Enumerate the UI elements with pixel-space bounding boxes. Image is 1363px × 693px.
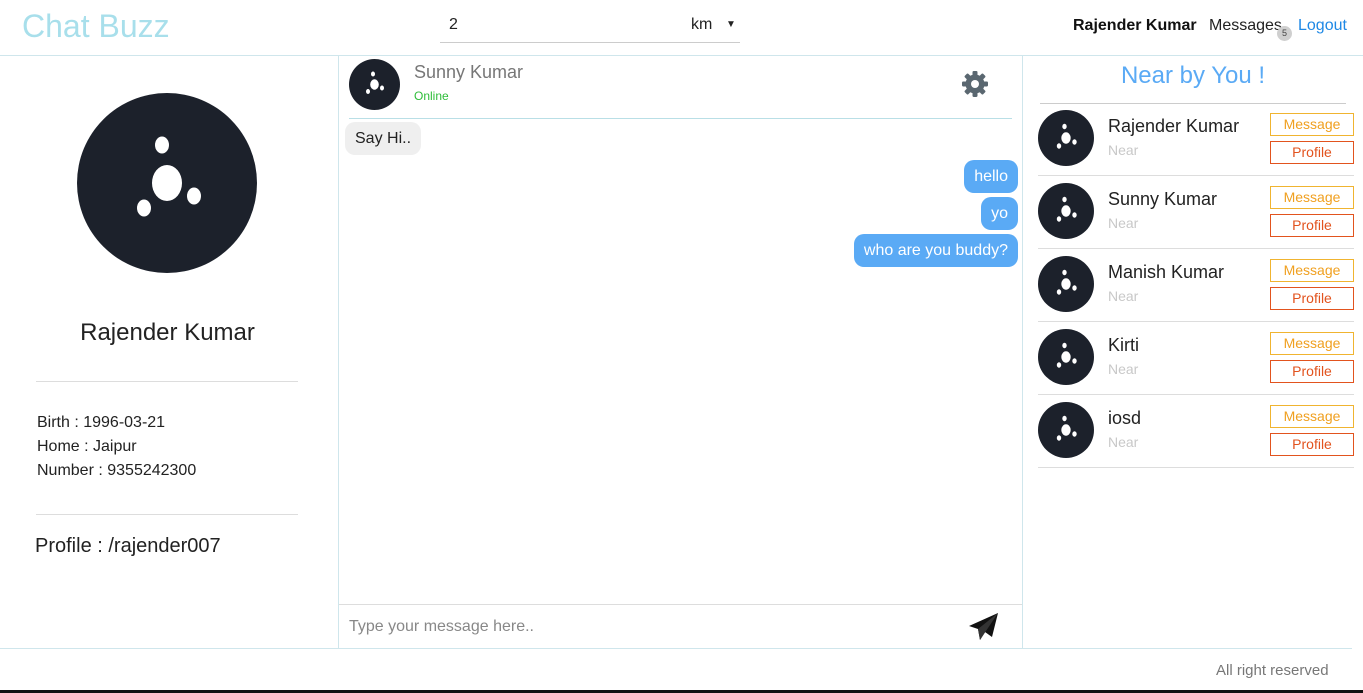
avatar-icon[interactable]: [1038, 183, 1094, 239]
nearby-distance-label: Near: [1108, 288, 1139, 304]
message-button[interactable]: Message: [1270, 186, 1354, 209]
profile-button[interactable]: Profile: [1270, 141, 1354, 164]
nearby-user-name[interactable]: Manish Kumar: [1108, 262, 1224, 283]
birth-info: Birth : 1996-03-21: [37, 414, 166, 431]
message-bubble-outgoing: yo: [981, 197, 1018, 230]
profile-button[interactable]: Profile: [1270, 214, 1354, 237]
nearby-distance-label: Near: [1108, 361, 1139, 377]
message-bubble-outgoing: who are you buddy?: [853, 234, 1018, 267]
messages-count-badge: 5: [1277, 26, 1292, 41]
avatar-icon: [77, 93, 257, 273]
message-button[interactable]: Message: [1270, 332, 1354, 355]
nearby-user-name[interactable]: Sunny Kumar: [1108, 189, 1217, 210]
chat-contact-name: Sunny Kumar: [414, 62, 524, 82]
distance-selector[interactable]: 2 km ▼: [440, 8, 740, 43]
number-info: Number : 9355242300: [37, 462, 197, 479]
message-composer: [339, 604, 1022, 648]
nearby-user-name[interactable]: Kirti: [1108, 335, 1139, 356]
avatar-icon[interactable]: [1038, 402, 1094, 458]
message-button[interactable]: Message: [1270, 405, 1354, 428]
nearby-title: Near by You !: [1120, 62, 1266, 89]
message-button[interactable]: Message: [1270, 259, 1354, 282]
divider: [36, 381, 298, 382]
nearby-list-item: Rajender Kumar Near Message Profile: [1038, 103, 1354, 176]
profile-button[interactable]: Profile: [1270, 433, 1354, 456]
logout-link[interactable]: Logout: [1298, 17, 1347, 35]
nearby-list-item: iosd Near Message Profile: [1038, 395, 1354, 468]
profile-handle: Profile : /rajender007: [35, 535, 221, 557]
divider: [36, 514, 298, 515]
message-bubble-outgoing: hello: [964, 160, 1018, 193]
profile-panel: Rajender Kumar Birth : 1996-03-21 Home :…: [0, 56, 338, 648]
paper-plane-icon[interactable]: [967, 610, 1001, 644]
chat-header: Sunny Kumar Online: [339, 56, 1024, 119]
message-button[interactable]: Message: [1270, 113, 1354, 136]
footer-text: All right reserved: [1216, 662, 1329, 679]
chat-contact-status: Online: [414, 89, 449, 103]
top-navbar: Chat Buzz 2 km ▼ Rajender Kumar Messages…: [0, 0, 1363, 56]
nearby-distance-label: Near: [1108, 142, 1139, 158]
chat-panel: Sunny Kumar Online Say Hi.. hello yo who…: [338, 56, 1023, 648]
nearby-distance-label: Near: [1108, 434, 1139, 450]
avatar-icon[interactable]: [1038, 256, 1094, 312]
chevron-down-icon[interactable]: ▼: [726, 19, 736, 30]
avatar-icon[interactable]: [349, 59, 400, 110]
nearby-distance-label: Near: [1108, 215, 1139, 231]
message-input[interactable]: [339, 606, 949, 648]
avatar-icon[interactable]: [1038, 329, 1094, 385]
footer: All right reserved: [0, 648, 1352, 691]
home-info: Home : Jaipur: [37, 438, 137, 455]
message-bubble-incoming: Say Hi..: [345, 122, 422, 155]
current-user-name[interactable]: Rajender Kumar: [1073, 17, 1197, 35]
profile-name: Rajender Kumar: [80, 319, 255, 346]
nearby-list-item: Kirti Near Message Profile: [1038, 322, 1354, 395]
nearby-list-item: Sunny Kumar Near Message Profile: [1038, 176, 1354, 249]
messages-link[interactable]: Messages: [1209, 17, 1282, 35]
divider: [349, 118, 1012, 119]
nearby-list-item: Manish Kumar Near Message Profile: [1038, 249, 1354, 322]
profile-button[interactable]: Profile: [1270, 287, 1354, 310]
brand-logo[interactable]: Chat Buzz: [22, 8, 170, 45]
nearby-panel: Near by You ! Rajender Kumar Near Messag…: [1023, 56, 1363, 648]
distance-value[interactable]: 2: [449, 16, 458, 34]
avatar-icon[interactable]: [1038, 110, 1094, 166]
nearby-user-name[interactable]: iosd: [1108, 408, 1141, 429]
profile-button[interactable]: Profile: [1270, 360, 1354, 383]
distance-unit[interactable]: km: [691, 16, 712, 34]
nearby-user-name[interactable]: Rajender Kumar: [1108, 116, 1239, 137]
gear-icon[interactable]: [960, 69, 990, 99]
